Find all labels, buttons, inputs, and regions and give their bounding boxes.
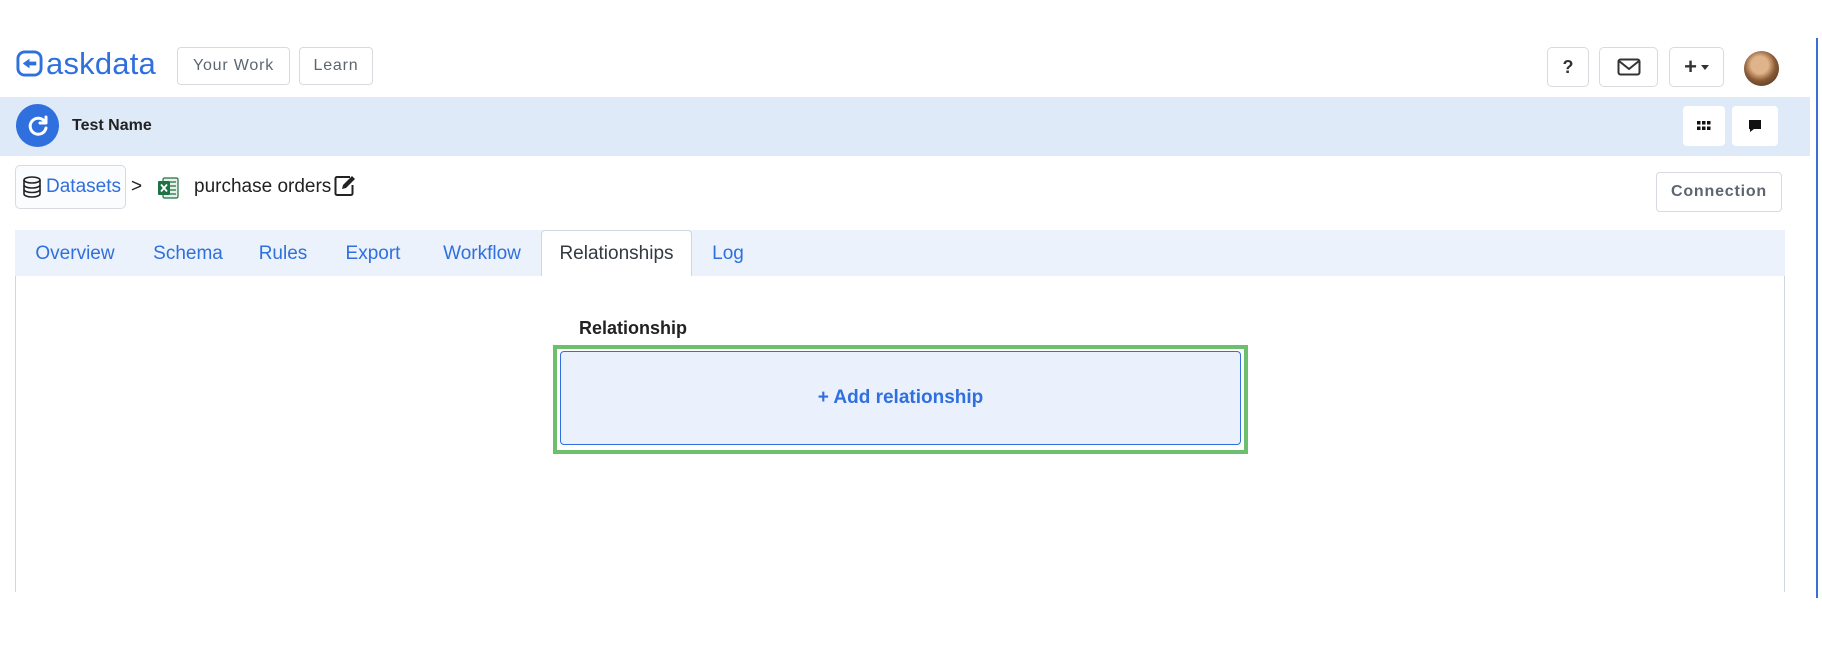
inbox-button[interactable] xyxy=(1599,47,1658,87)
datasets-link-label: Datasets xyxy=(46,176,121,197)
avatar[interactable] xyxy=(1744,51,1779,86)
org-avatar[interactable] xyxy=(16,104,59,147)
tab-rules[interactable]: Rules xyxy=(246,230,320,277)
refresh-icon xyxy=(28,115,47,136)
database-icon xyxy=(23,176,41,198)
organization-bar xyxy=(0,97,1810,156)
brand-name: askdata xyxy=(46,46,156,81)
tab-log[interactable]: Log xyxy=(700,230,756,277)
page-edge-divider xyxy=(1816,38,1818,598)
chat-button[interactable] xyxy=(1732,106,1778,146)
grid-icon xyxy=(1697,121,1711,130)
tab-export[interactable]: Export xyxy=(330,230,416,277)
create-menu-button[interactable]: + xyxy=(1669,47,1724,87)
chat-icon xyxy=(1749,120,1761,132)
edit-icon[interactable] xyxy=(334,175,356,197)
tab-overview[interactable]: Overview xyxy=(20,230,130,277)
breadcrumb-separator: > xyxy=(131,176,143,197)
logo-icon xyxy=(16,50,43,77)
dataset-name: purchase orders xyxy=(194,176,332,197)
add-relationship-button[interactable]: + Add relationship xyxy=(560,351,1241,445)
org-name: Test Name xyxy=(72,117,152,134)
section-title: Relationship xyxy=(579,318,688,338)
caret-down-icon xyxy=(1700,64,1709,70)
help-label: ? xyxy=(1562,56,1574,77)
your-work-button[interactable]: Your Work xyxy=(177,47,290,85)
datasets-breadcrumb-link[interactable]: Datasets xyxy=(15,165,126,209)
tab-workflow[interactable]: Workflow xyxy=(426,230,538,277)
apps-button[interactable] xyxy=(1683,106,1725,146)
mail-icon xyxy=(1617,58,1640,76)
top-navbar: askdata Your Work Learn ? + xyxy=(0,0,1822,97)
connection-button[interactable]: Connection xyxy=(1656,172,1782,212)
excel-icon xyxy=(158,177,179,199)
brand-logo[interactable]: askdata xyxy=(16,48,156,79)
tab-schema[interactable]: Schema xyxy=(140,230,236,277)
learn-button[interactable]: Learn xyxy=(299,47,373,85)
help-button[interactable]: ? xyxy=(1547,47,1589,87)
plus-label: + xyxy=(1684,54,1697,79)
tab-relationships[interactable]: Relationships xyxy=(541,230,692,277)
